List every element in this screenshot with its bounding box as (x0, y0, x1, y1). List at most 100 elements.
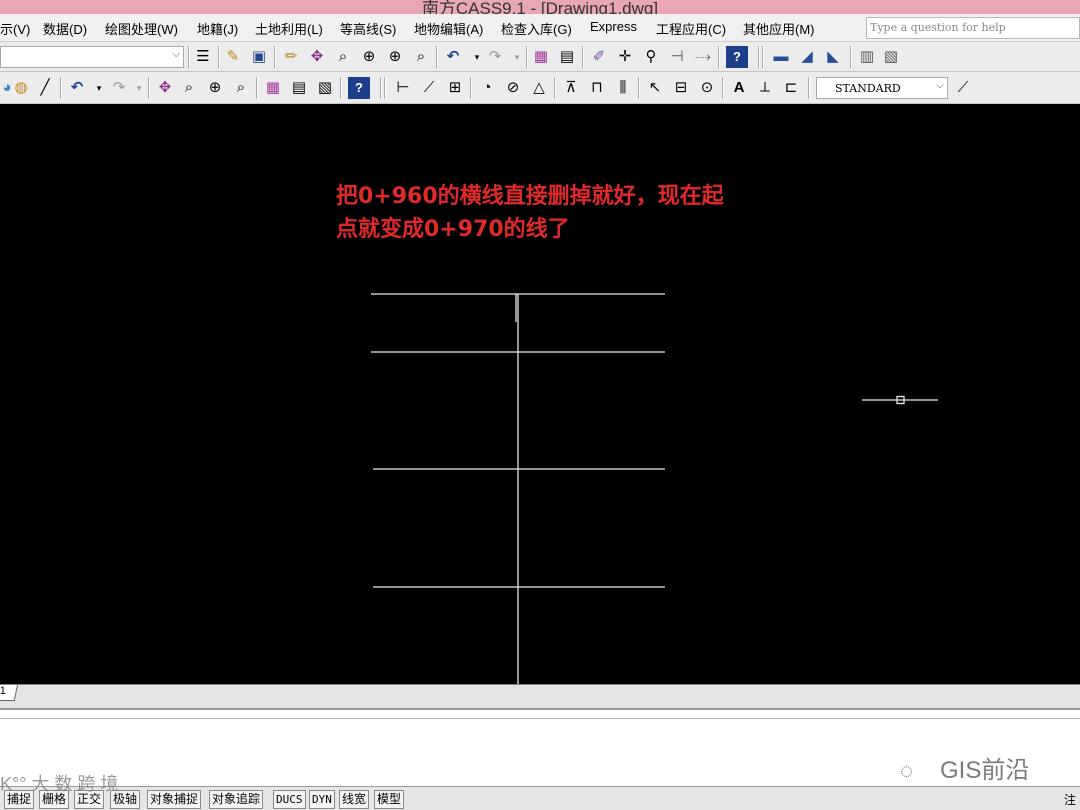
zoom-window-2-icon[interactable]: ⊕ (204, 77, 226, 99)
menu-other[interactable]: 其他应用(M) (743, 19, 815, 38)
zoom-previous-2-icon[interactable]: ⌕ (230, 77, 252, 99)
edit-icon[interactable]: ✐ (588, 46, 610, 68)
radius-dim-icon[interactable]: ◔ (476, 77, 498, 99)
layout-tab[interactable]: 1 (0, 685, 19, 701)
zoom-previous-icon[interactable]: ⌕ (410, 46, 432, 68)
status-model-toggle[interactable]: 模型 (374, 790, 405, 809)
properties-icon[interactable]: ▦ (530, 46, 552, 68)
layout-tab-strip: 1 (0, 684, 1080, 708)
separator (638, 77, 640, 99)
redo-icon[interactable]: ↷ (484, 46, 506, 68)
pencil-icon[interactable]: ✏ (280, 46, 302, 68)
center-mark-icon[interactable]: ⊙ (696, 77, 718, 99)
menu-check-import[interactable]: 检查入库(G) (501, 19, 572, 38)
separator (148, 77, 150, 99)
brush-icon[interactable]: ╱ (34, 77, 56, 99)
separator (758, 46, 760, 68)
separator (718, 46, 720, 68)
separator (526, 46, 528, 68)
quick-dim-icon[interactable]: ⊼ (560, 77, 582, 99)
diameter-dim-icon[interactable]: ⊘ (502, 77, 524, 99)
menu-data[interactable]: 数据(D) (43, 19, 87, 38)
separator (384, 77, 386, 99)
layer-tool-2-icon[interactable]: ▧ (880, 46, 902, 68)
linear-dim-icon[interactable]: ⊢ (392, 77, 414, 99)
open-folder-icon[interactable]: ✎ (222, 46, 244, 68)
terrain-icon[interactable]: ◢ (796, 46, 818, 68)
separator (380, 77, 382, 99)
menu-view[interactable]: 示(V) (0, 19, 30, 38)
dim-update-icon[interactable]: ⊏ (780, 77, 802, 99)
dim-style-select[interactable]: STANDARD ⌵ (816, 77, 948, 99)
leader-icon[interactable]: ↖ (644, 77, 666, 99)
zoom-realtime-icon[interactable]: ⌕ (332, 46, 354, 68)
baseline-dim-icon[interactable]: ⊓ (586, 77, 608, 99)
status-otrack-toggle[interactable]: 对象追踪 (209, 790, 264, 809)
toolbar-row-2: ◕ ◍ ╱ ↶ ▾ ↷ ▾ ✥ ⌕ ⊕ ⌕ ▦ ▤ ▧ ? ⊢ ⟋ ⊞ ◔ ⊘ … (0, 72, 1080, 104)
status-osnap-toggle[interactable]: 对象捕捉 (147, 790, 202, 809)
command-window: ◌ GIS前沿 (0, 708, 1080, 786)
status-lineweight-toggle[interactable]: 线宽 (339, 790, 370, 809)
help-search-input[interactable]: Type a question for help (866, 17, 1080, 39)
layer-tool-icon[interactable]: ▥ (856, 46, 878, 68)
dimension-line-icon[interactable]: ⊣ (666, 46, 688, 68)
zoom-window-icon[interactable]: ⊕ (358, 46, 380, 68)
help-2-icon[interactable]: ? (348, 77, 370, 99)
dim-style-value: STANDARD (835, 82, 901, 95)
redo-dropdown-icon[interactable]: ▾ (506, 46, 528, 68)
zoom-realtime-2-icon[interactable]: ⌕ (178, 77, 200, 99)
design-center-icon[interactable]: ▤ (556, 46, 578, 68)
move-icon[interactable]: ✛ (614, 46, 636, 68)
aligned-dim-icon[interactable]: ⟋ (418, 77, 440, 99)
design-center-2-icon[interactable]: ▤ (288, 77, 310, 99)
layer-combo[interactable]: ⌵ (0, 46, 184, 68)
redo-2-dropdown-icon[interactable]: ▾ (128, 77, 150, 99)
separator (722, 77, 724, 99)
undo-2-icon[interactable]: ↶ (66, 77, 88, 99)
layout-tab-label: 1 (0, 685, 6, 697)
separator (60, 77, 62, 99)
separator (808, 77, 810, 99)
tool-palette-icon[interactable]: ▧ (314, 77, 336, 99)
menu-cadastre[interactable]: 地籍(J) (197, 19, 238, 38)
menu-express[interactable]: Express (590, 19, 637, 34)
properties-2-icon[interactable]: ▦ (262, 77, 284, 99)
ruler-icon[interactable]: ▬ (770, 46, 792, 68)
dimension-line-2-icon[interactable]: ⤏ (692, 46, 714, 68)
ordinate-dim-icon[interactable]: ⊞ (444, 77, 466, 99)
menu-land-use[interactable]: 土地利用(L) (255, 19, 323, 38)
redo-2-icon[interactable]: ↷ (108, 77, 130, 99)
separator (218, 46, 220, 68)
angular-dim-icon[interactable]: △ (528, 77, 550, 99)
drawing-svg (371, 293, 938, 684)
separator (554, 77, 556, 99)
menu-feature-edit[interactable]: 地物编辑(A) (414, 19, 483, 38)
status-ducs-toggle[interactable]: DUCS (273, 790, 306, 809)
pan-2-icon[interactable]: ✥ (154, 77, 176, 99)
status-bar: 捕捉 栅格 正交 极轴 对象捕捉 对象追踪 DUCS DYN 线宽 模型 注 (0, 786, 1080, 810)
status-dyn-toggle[interactable]: DYN (309, 790, 335, 809)
help-icon[interactable]: ? (726, 46, 748, 68)
dim-style-manager-icon[interactable]: ⟋ (952, 77, 974, 99)
undo-2-dropdown-icon[interactable]: ▾ (88, 77, 110, 99)
pan-icon[interactable]: ✥ (306, 46, 328, 68)
separator (850, 46, 852, 68)
zoom-in-icon[interactable]: ⊕ (384, 46, 406, 68)
save-icon[interactable]: ▣ (248, 46, 270, 68)
menu-draw-process[interactable]: 绘图处理(W) (105, 19, 178, 38)
drawing-canvas[interactable]: 把0+960的横线直接删掉就好，现在起 点就变成0+970的线了 (0, 104, 1080, 684)
link-icon[interactable]: ⚲ (640, 46, 662, 68)
separator (274, 46, 276, 68)
chevron-down-icon: ⌵ (936, 80, 944, 91)
menu-engineering[interactable]: 工程应用(C) (656, 19, 726, 38)
dim-text-edit-icon[interactable]: ⟂ (754, 77, 776, 99)
continue-dim-icon[interactable]: ⫼ (612, 77, 634, 99)
palette-icon[interactable]: ◍ (10, 77, 32, 99)
list-icon[interactable]: ☰ (192, 46, 214, 68)
dim-edit-icon[interactable]: A (728, 77, 750, 99)
menu-contour[interactable]: 等高线(S) (340, 19, 396, 38)
terrain-2-icon[interactable]: ◣ (822, 46, 844, 68)
window-title: 南方CASS9.1 - [Drawing1.dwg] (421, 0, 659, 14)
undo-icon[interactable]: ↶ (442, 46, 464, 68)
tolerance-icon[interactable]: ⊟ (670, 77, 692, 99)
